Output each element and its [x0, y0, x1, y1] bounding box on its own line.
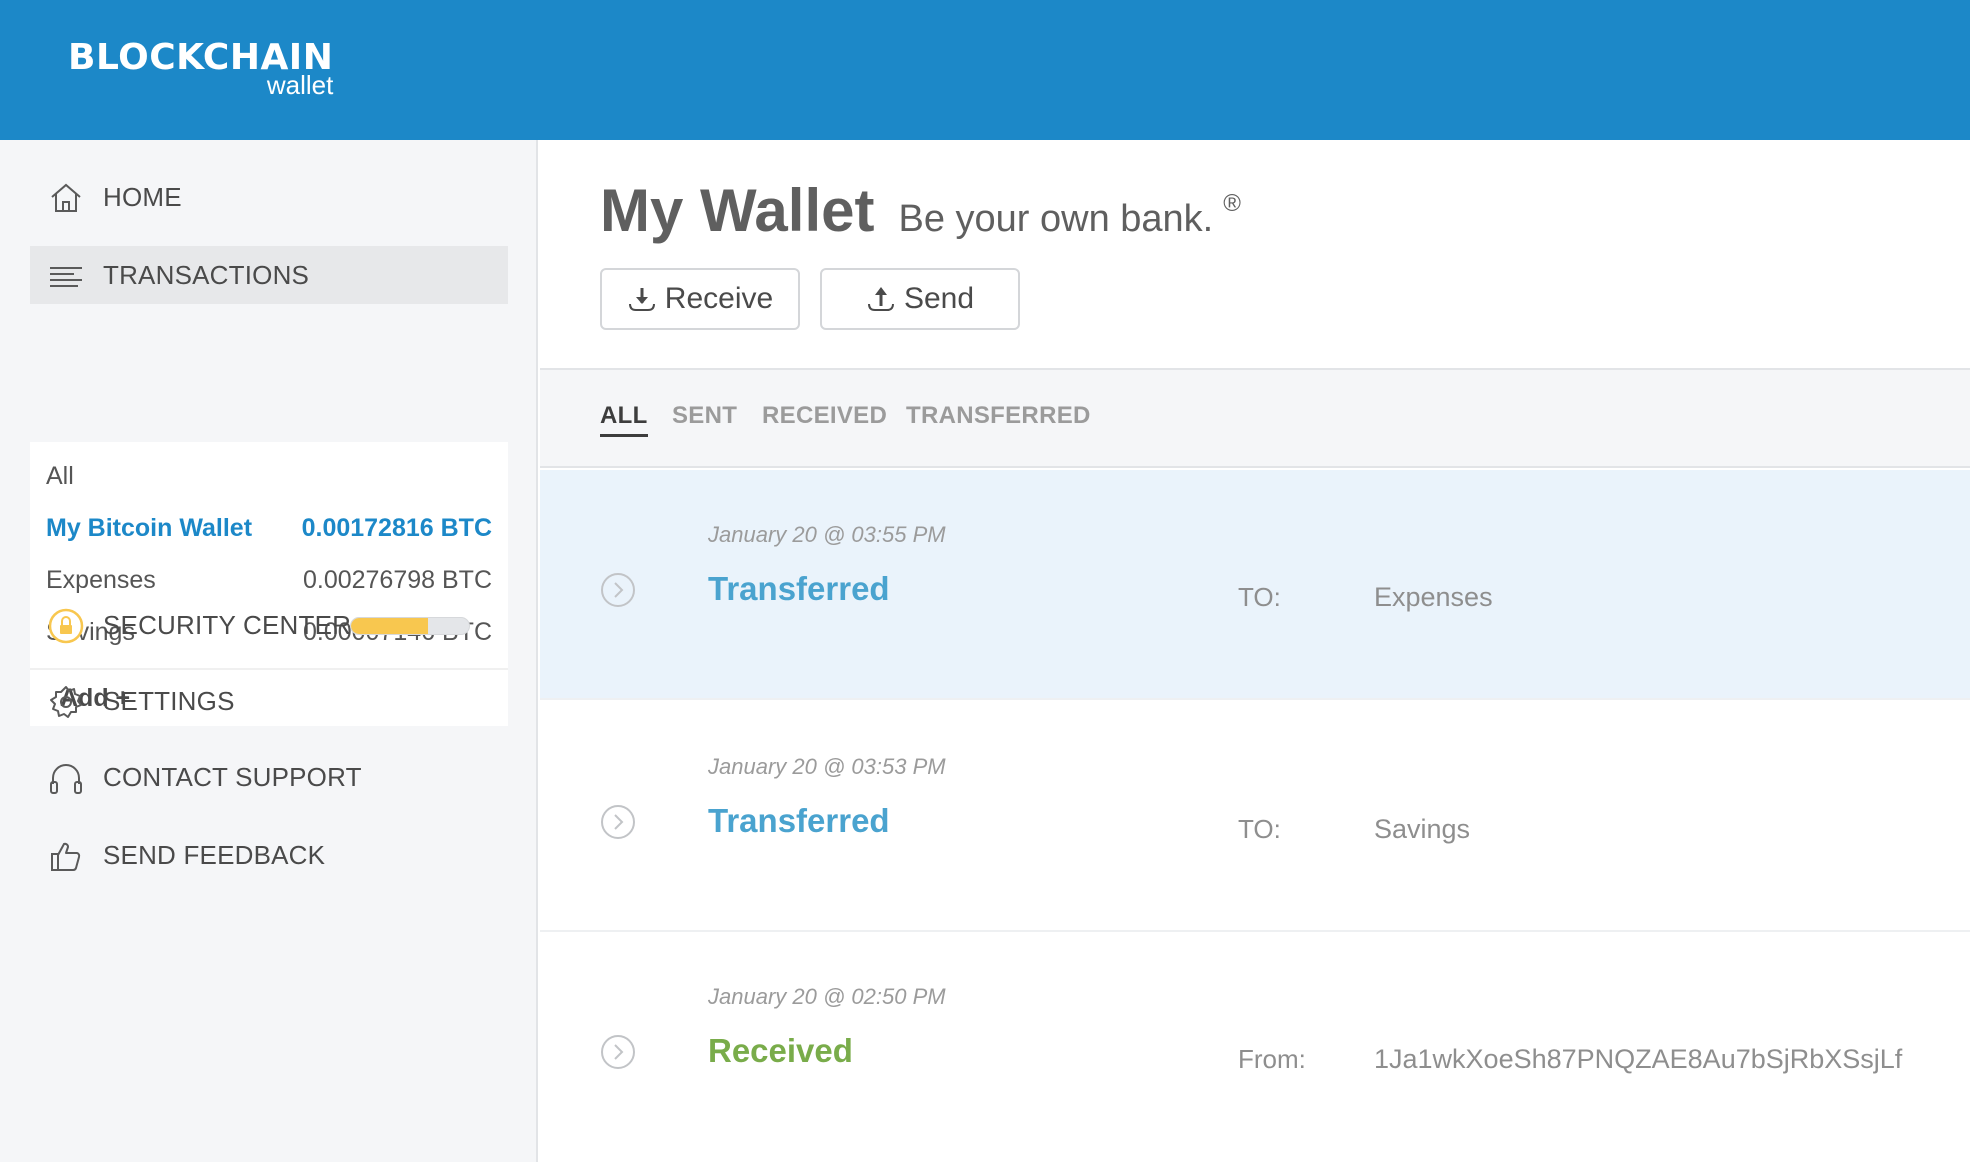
main-content: My Wallet Be your own bank. ® Receive Se… [540, 140, 1970, 1162]
transaction-date: January 20 @ 03:55 PM [708, 522, 946, 547]
wallet-name: My Bitcoin Wallet [46, 513, 253, 542]
sidebar-item-contact-support[interactable]: CONTACT SUPPORT [30, 748, 508, 806]
transaction-type: Transferred [708, 802, 890, 839]
chevron-right-icon[interactable] [600, 1034, 636, 1070]
list-icon [50, 267, 82, 287]
chevron-right-icon[interactable] [600, 572, 636, 608]
tab-transferred[interactable]: TRANSFERRED [906, 402, 1091, 430]
page-title: My Wallet [600, 177, 875, 244]
transaction-direction: TO: [1238, 814, 1281, 844]
sidebar-item-label: HOME [103, 181, 182, 212]
sidebar-item-home[interactable]: HOME [30, 168, 508, 226]
transaction-counterparty: 1Ja1wkXoeSh87PNQZAE8Au7bSjRbXSsjLf [1374, 1044, 1903, 1074]
sidebar-item-security-center[interactable]: SECURITY CENTER [30, 596, 508, 654]
transaction-date: January 20 @ 02:50 PM [708, 984, 946, 1009]
wallet-amount: 0.00276798 BTC [302, 565, 492, 594]
sidebar-item-settings[interactable]: SETTINGS [30, 672, 508, 730]
chevron-right-icon[interactable] [600, 804, 636, 840]
sidebar-item-send-feedback[interactable]: SEND FEEDBACK [30, 826, 508, 884]
sidebar-item-label: SETTINGS [103, 685, 235, 716]
wallet-name: All [46, 461, 74, 490]
gear-icon [50, 686, 82, 718]
wallet-row-my-bitcoin-wallet[interactable]: My Bitcoin Wallet 0.00172816 BTC [46, 508, 492, 548]
transaction-type: Transferred [708, 570, 890, 607]
wallet-name: Expenses [46, 565, 156, 594]
transaction-row[interactable]: January 20 @ 02:50 PM Received From: 1Ja… [540, 932, 1970, 1162]
send-button-label: Send [903, 282, 975, 315]
top-bar: BLOCKCHAIN wallet [0, 0, 1970, 140]
transaction-direction: From: [1238, 1044, 1306, 1074]
page-tagline: Be your own bank. [898, 198, 1214, 240]
transaction-row[interactable]: January 20 @ 03:53 PM Transferred TO: Sa… [540, 702, 1970, 932]
headphones-icon [50, 764, 82, 794]
download-icon [628, 288, 655, 311]
blockchain-logo[interactable]: BLOCKCHAIN wallet [68, 38, 333, 99]
home-icon [51, 183, 81, 212]
tab-received[interactable]: RECEIVED [762, 402, 887, 430]
sidebar-item-label: SEND FEEDBACK [103, 839, 326, 870]
receive-button[interactable]: Receive [600, 268, 800, 330]
sidebar-item-label: CONTACT SUPPORT [103, 761, 362, 792]
transaction-counterparty: Savings [1374, 814, 1471, 844]
wallet-row-expenses[interactable]: Expenses 0.00276798 BTC [46, 560, 492, 600]
transaction-row[interactable]: January 20 @ 03:55 PM Transferred TO: Ex… [540, 470, 1970, 700]
page-header: My Wallet Be your own bank. ® [600, 176, 1241, 245]
transaction-counterparty: Expenses [1374, 582, 1493, 612]
transaction-type: Received [708, 1032, 853, 1069]
upload-icon [867, 287, 894, 311]
tab-sent[interactable]: SENT [672, 402, 737, 430]
thumbs-up-icon [51, 842, 81, 871]
wallet-amount: 0.00172816 BTC [301, 513, 492, 542]
sidebar-item-transactions[interactable]: TRANSACTIONS [30, 246, 508, 304]
tab-all[interactable]: ALL [600, 402, 648, 437]
send-button[interactable]: Send [820, 268, 1020, 330]
transaction-direction: TO: [1238, 582, 1281, 612]
security-progress-bar [350, 617, 470, 635]
sidebar-item-label: SECURITY CENTER [103, 609, 352, 640]
wallet-row-all[interactable]: All [46, 456, 492, 496]
security-progress-fill [351, 618, 428, 634]
transaction-date: January 20 @ 03:53 PM [708, 754, 946, 779]
registered-mark: ® [1223, 190, 1241, 217]
sidebar: HOME TRANSACTIONS All My Bitcoin Wallet … [0, 140, 538, 1162]
transaction-filter-bar: ALL SENT RECEIVED TRANSFERRED [540, 368, 1970, 468]
sidebar-item-label: TRANSACTIONS [103, 259, 310, 290]
lock-icon [48, 608, 84, 644]
receive-button-label: Receive [664, 282, 774, 315]
